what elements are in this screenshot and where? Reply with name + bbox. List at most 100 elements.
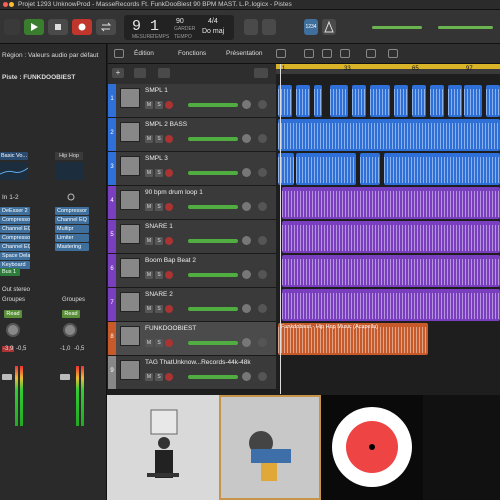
track-volume-slider[interactable] <box>188 307 238 311</box>
track-header[interactable]: 8 FUNKDOOBIEST M S <box>108 322 276 356</box>
mute-button[interactable]: M <box>145 237 153 245</box>
track-input-monitor-button[interactable] <box>258 338 267 347</box>
track-volume-slider[interactable] <box>188 341 238 345</box>
audio-region[interactable] <box>486 85 500 117</box>
track-input-monitor-button[interactable] <box>258 270 267 279</box>
solo-button[interactable]: S <box>155 271 163 279</box>
track-icon[interactable] <box>120 224 140 244</box>
mute-button[interactable]: M <box>145 305 153 313</box>
track-pan-knob[interactable] <box>242 338 251 347</box>
mute-button[interactable]: M <box>145 373 153 381</box>
audio-region[interactable] <box>282 187 500 219</box>
track-pan-knob[interactable] <box>242 372 251 381</box>
track-input-monitor-button[interactable] <box>258 134 267 143</box>
audio-region[interactable] <box>352 85 366 117</box>
track-name[interactable]: SNARE 1 <box>145 223 173 230</box>
record-enable-button[interactable] <box>165 373 173 381</box>
track-name[interactable]: SMPL 3 <box>145 155 168 162</box>
playhead[interactable] <box>280 64 281 394</box>
audio-region[interactable] <box>430 85 444 117</box>
track-input-monitor-button[interactable] <box>258 100 267 109</box>
track-header[interactable]: 2 SMPL 2 BASS M S <box>108 118 276 152</box>
track-pan-knob[interactable] <box>242 202 251 211</box>
track-header[interactable]: 9 TAG ThatUnknow...Records-44k-48k M S <box>108 356 276 390</box>
mute-button[interactable]: M <box>145 135 153 143</box>
audio-region[interactable] <box>448 85 462 117</box>
track-header[interactable]: 1 SMPL 1 MS <box>108 84 276 118</box>
solo-button[interactable]: S <box>155 135 163 143</box>
track-pan-knob[interactable] <box>242 270 251 279</box>
audio-region[interactable] <box>282 221 500 253</box>
track-pan-knob[interactable] <box>242 100 251 109</box>
audio-region[interactable] <box>384 153 500 185</box>
track-volume-slider[interactable] <box>188 137 238 141</box>
track-input-monitor-button[interactable] <box>258 236 267 245</box>
track-volume-slider[interactable] <box>188 273 238 277</box>
track-header[interactable]: 3 SMPL 3 MS <box>108 152 276 186</box>
audio-region[interactable] <box>412 85 426 117</box>
track-icon[interactable] <box>120 88 140 108</box>
track-volume-slider[interactable] <box>188 103 238 107</box>
audio-region[interactable] <box>464 85 482 117</box>
record-enable-button[interactable] <box>165 203 173 211</box>
audio-region[interactable] <box>278 119 500 151</box>
record-enable-button[interactable] <box>165 135 173 143</box>
record-enable-button[interactable] <box>165 305 173 313</box>
audio-region[interactable] <box>314 85 322 117</box>
audio-region[interactable] <box>282 289 500 321</box>
track-name[interactable]: SMPL 2 BASS <box>145 121 187 128</box>
track-pan-knob[interactable] <box>242 304 251 313</box>
track-input-monitor-button[interactable] <box>258 202 267 211</box>
solo-button[interactable]: S <box>155 237 163 245</box>
solo-button[interactable]: S <box>155 305 163 313</box>
audio-region[interactable] <box>296 153 356 185</box>
record-enable-button[interactable] <box>165 169 173 177</box>
audio-region[interactable] <box>360 153 380 185</box>
audio-region[interactable] <box>370 85 390 117</box>
track-name[interactable]: FUNKDOOBIEST <box>145 325 196 332</box>
track-icon[interactable] <box>120 122 140 142</box>
track-icon[interactable] <box>120 360 140 380</box>
solo-button[interactable]: S <box>155 169 163 177</box>
solo-button[interactable]: S <box>155 339 163 347</box>
record-enable-button[interactable] <box>165 339 173 347</box>
audio-region[interactable]: Funkdobiest - Hip Hop Music (Acapella) <box>278 323 428 355</box>
track-pan-knob[interactable] <box>242 236 251 245</box>
audio-region[interactable] <box>330 85 348 117</box>
record-enable-button[interactable] <box>165 101 173 109</box>
track-icon[interactable] <box>120 292 140 312</box>
track-icon[interactable] <box>120 258 140 278</box>
audio-region[interactable] <box>296 85 310 117</box>
track-volume-slider[interactable] <box>188 375 238 379</box>
audio-region[interactable] <box>282 255 500 287</box>
mute-button[interactable]: M <box>145 101 153 109</box>
solo-button[interactable]: S <box>155 203 163 211</box>
track-name[interactable]: Boom Bap Beat 2 <box>145 257 196 264</box>
track-pan-knob[interactable] <box>242 168 251 177</box>
solo-button[interactable]: S <box>155 101 163 109</box>
track-volume-slider[interactable] <box>188 205 238 209</box>
track-volume-slider[interactable] <box>188 171 238 175</box>
track-pan-knob[interactable] <box>242 134 251 143</box>
mute-button[interactable]: M <box>145 169 153 177</box>
track-name[interactable]: 90 bpm drum loop 1 <box>145 189 203 196</box>
record-enable-button[interactable] <box>165 271 173 279</box>
track-volume-slider[interactable] <box>188 239 238 243</box>
track-name[interactable]: SMPL 1 <box>145 87 168 94</box>
mute-button[interactable]: M <box>145 271 153 279</box>
track-input-monitor-button[interactable] <box>258 168 267 177</box>
track-name[interactable]: SNARE 2 <box>145 291 173 298</box>
track-header[interactable]: 7 SNARE 2 MS <box>108 288 276 322</box>
track-icon[interactable] <box>120 326 140 346</box>
track-header[interactable]: 6 Boom Bap Beat 2 MS <box>108 254 276 288</box>
mute-button[interactable]: M <box>145 203 153 211</box>
track-icon[interactable] <box>120 156 140 176</box>
record-enable-button[interactable] <box>165 237 173 245</box>
track-icon[interactable] <box>120 190 140 210</box>
track-name[interactable]: TAG ThatUnknow...Records-44k-48k <box>145 359 251 366</box>
track-input-monitor-button[interactable] <box>258 304 267 313</box>
track-header[interactable]: 5 SNARE 1 MS <box>108 220 276 254</box>
track-input-monitor-button[interactable] <box>258 372 267 381</box>
audio-region[interactable] <box>394 85 408 117</box>
track-header[interactable]: 4 90 bpm drum loop 1 MS <box>108 186 276 220</box>
